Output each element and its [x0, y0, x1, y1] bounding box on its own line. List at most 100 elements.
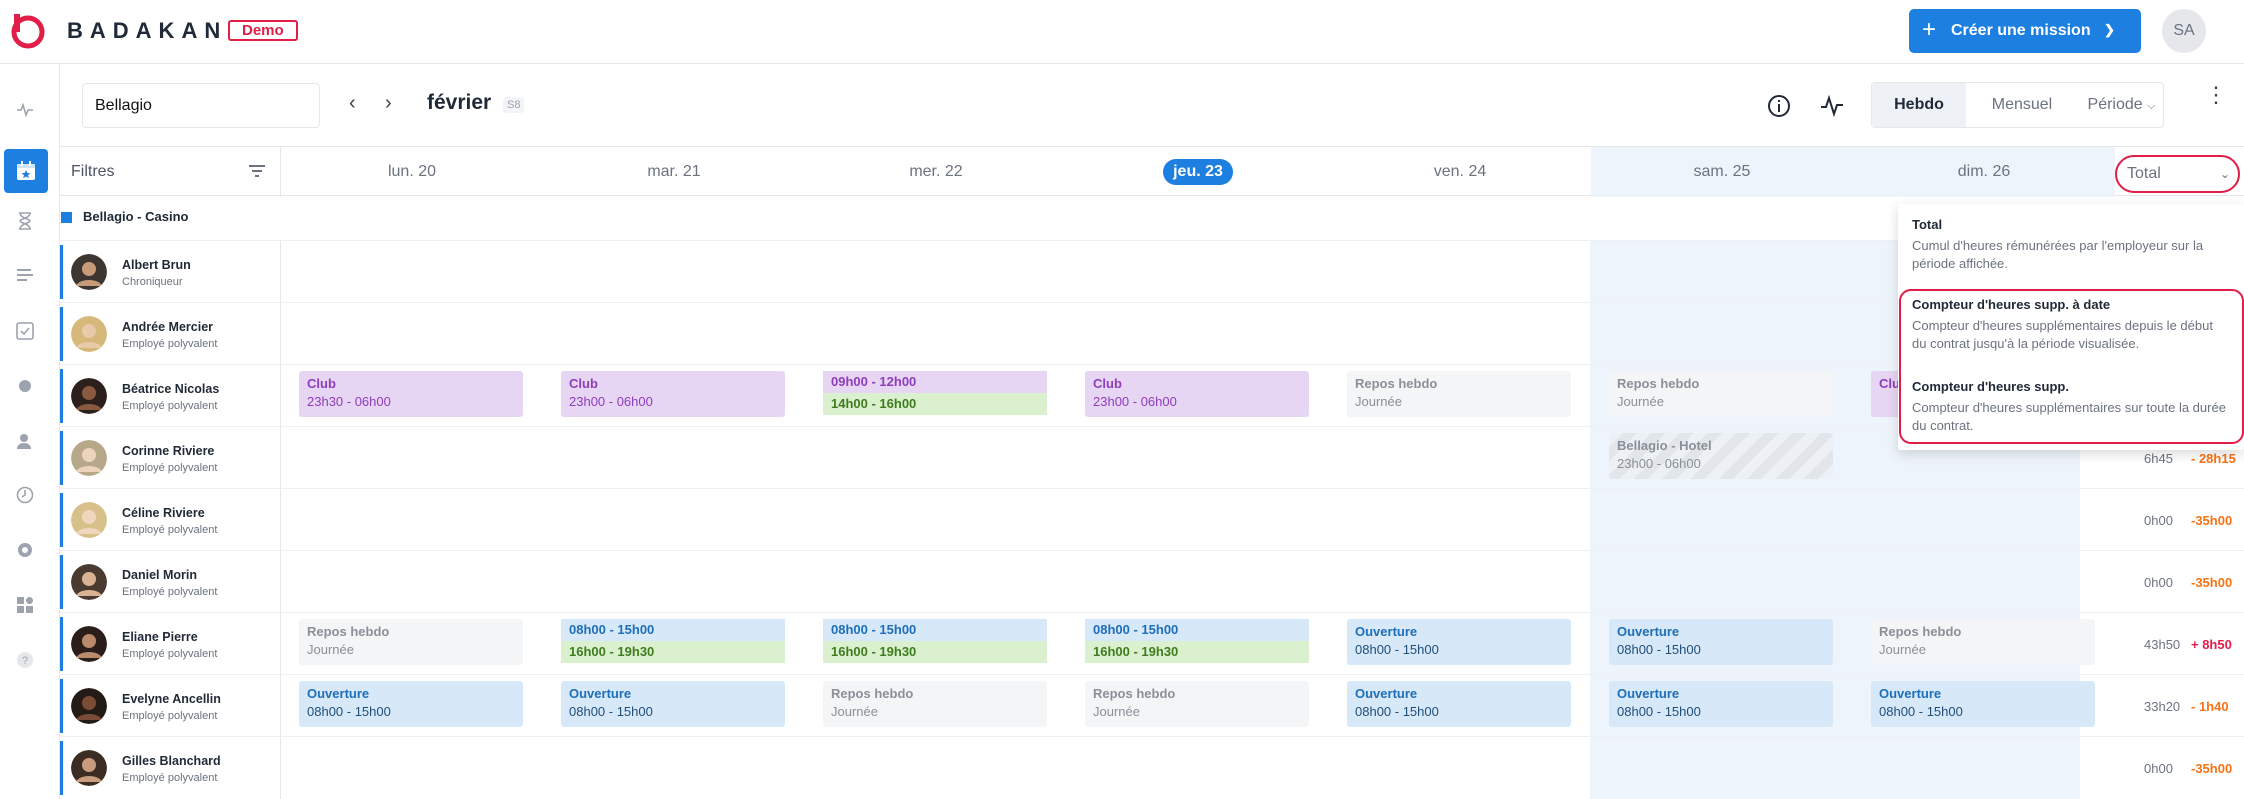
- day-header-tue: mar. 21: [647, 163, 701, 180]
- shift-card[interactable]: Club 23h30 - 06h00: [299, 371, 523, 417]
- shift-card[interactable]: Ouverture 08h00 - 15h00: [1347, 619, 1571, 665]
- row-color-bar: [60, 741, 63, 795]
- employee-cell[interactable]: Eliane Pierre Employé polyvalent: [60, 613, 281, 675]
- shift-time: 23h30 - 06h00: [307, 394, 391, 409]
- shift-card[interactable]: Ouverture 08h00 - 15h00: [1871, 681, 2095, 727]
- apps-icon[interactable]: [14, 596, 36, 618]
- shift-card[interactable]: 09h00 - 12h00 14h00 - 16h00: [823, 371, 1047, 417]
- plus-icon: +: [1922, 16, 1937, 43]
- chevron-down-icon: ⌵: [2147, 100, 2156, 112]
- create-mission-button[interactable]: + Créer une mission ❯: [1909, 9, 2141, 53]
- shift-card[interactable]: Repos hebdo Journée: [1085, 681, 1309, 727]
- shift-card[interactable]: Repos hebdo Journée: [823, 681, 1047, 727]
- shift-card[interactable]: Repos hebdo Journée: [299, 619, 523, 665]
- row-counter: -35h00: [2191, 513, 2233, 528]
- shift-time: Journée: [831, 704, 878, 719]
- checklist-icon[interactable]: [14, 322, 36, 344]
- shift-card[interactable]: Club 23h00 - 06h00: [561, 371, 785, 417]
- employee-avatar: [71, 254, 107, 290]
- chevron-right-icon[interactable]: ›: [385, 92, 392, 115]
- tab-mensuel[interactable]: Mensuel: [1966, 83, 2078, 127]
- list-icon[interactable]: [14, 267, 36, 289]
- chevron-left-icon[interactable]: ‹: [349, 92, 356, 115]
- employee-avatar: [71, 316, 107, 352]
- activity-icon[interactable]: [1819, 93, 1845, 119]
- grid-header: Filtres lun. 20 mar. 21 mer. 22 jeu. 23 …: [60, 146, 2244, 197]
- employee-cell[interactable]: Daniel Morin Employé polyvalent: [60, 551, 281, 613]
- filter-icon[interactable]: [249, 163, 265, 179]
- table-row: Gilles Blanchard Employé polyvalent 0h00…: [60, 736, 2244, 799]
- shift-card[interactable]: 08h00 - 15h00 16h00 - 19h30: [561, 619, 785, 665]
- employee-avatar: [71, 688, 107, 724]
- top-bar: BADAKAN Demo + Créer une mission ❯ SA: [0, 0, 2244, 64]
- employee-avatar: [71, 564, 107, 600]
- option-title: Total: [1912, 217, 1943, 232]
- shift-card[interactable]: Repos hebdo Journée: [1609, 371, 1833, 417]
- employee-name: Albert Brun: [122, 258, 191, 272]
- employee-role: Chroniqueur: [122, 276, 183, 288]
- row-color-bar: [60, 431, 63, 485]
- tab-periode-label: Période: [2087, 96, 2143, 113]
- employee-role: Employé polyvalent: [122, 400, 218, 412]
- shift-title: Ouverture: [569, 686, 632, 701]
- shift-card[interactable]: Club 23h00 - 06h00: [1085, 371, 1309, 417]
- week-badge: S8: [503, 97, 525, 113]
- day-header-mon: lun. 20: [387, 163, 437, 180]
- shift-card[interactable]: Repos hebdo Journée: [1871, 619, 2095, 665]
- row-color-bar: [60, 555, 63, 609]
- shift-card[interactable]: Ouverture 08h00 - 15h00: [299, 681, 523, 727]
- shift-time: Journée: [1617, 394, 1664, 409]
- employee-cell[interactable]: Albert Brun Chroniqueur: [60, 241, 281, 303]
- shift-time: 08h00 - 15h00: [1617, 704, 1701, 719]
- employee-avatar: [71, 440, 107, 476]
- row-color-bar: [60, 307, 63, 361]
- more-options-icon[interactable]: ⋮: [2205, 84, 2227, 106]
- location-select[interactable]: [82, 83, 320, 128]
- shift-card[interactable]: Ouverture 08h00 - 15h00: [1609, 681, 1833, 727]
- activity-icon[interactable]: [14, 101, 36, 123]
- shift-time: 09h00 - 12h00: [823, 371, 1047, 393]
- shift-card[interactable]: Ouverture 08h00 - 15h00: [1347, 681, 1571, 727]
- employee-cell[interactable]: Corinne Riviere Employé polyvalent: [60, 427, 281, 489]
- calendar-icon[interactable]: [4, 149, 48, 193]
- employee-cell[interactable]: Gilles Blanchard Employé polyvalent: [60, 737, 281, 799]
- shift-title: Bellagio - Hotel: [1617, 438, 1712, 453]
- brand-name: BADAKAN: [67, 18, 228, 43]
- group-color-marker: [61, 212, 72, 223]
- tab-periode[interactable]: Période ⌵: [2078, 83, 2165, 127]
- shift-card[interactable]: 08h00 - 15h00 16h00 - 19h30: [1085, 619, 1309, 665]
- employee-cell[interactable]: Andrée Mercier Employé polyvalent: [60, 303, 281, 365]
- shift-title: Repos hebdo: [1617, 376, 1700, 391]
- user-avatar[interactable]: SA: [2162, 9, 2206, 53]
- shift-time: 08h00 - 15h00: [1617, 642, 1701, 657]
- employee-cell[interactable]: Céline Riviere Employé polyvalent: [60, 489, 281, 551]
- filters-cell[interactable]: Filtres: [60, 147, 281, 197]
- badakan-logo[interactable]: [10, 13, 46, 49]
- employee-cell[interactable]: Béatrice Nicolas Employé polyvalent: [60, 365, 281, 427]
- highlight-outline: [1899, 289, 2244, 444]
- user-icon[interactable]: [14, 432, 36, 454]
- employee-cell[interactable]: Evelyne Ancellin Employé polyvalent: [60, 675, 281, 737]
- shift-card[interactable]: Bellagio - Hotel 23h00 - 06h00: [1609, 433, 1833, 479]
- shift-card[interactable]: 08h00 - 15h00 16h00 - 19h30: [823, 619, 1047, 665]
- clock-icon[interactable]: [14, 486, 36, 508]
- chevron-down-icon[interactable]: ❯: [2104, 22, 2115, 38]
- help-icon[interactable]: ?: [14, 651, 36, 673]
- dot-icon[interactable]: [14, 377, 36, 399]
- shift-card[interactable]: Ouverture 08h00 - 15h00: [1609, 619, 1833, 665]
- info-icon[interactable]: [1766, 93, 1792, 119]
- table-row: Eliane Pierre Employé polyvalent Repos h…: [60, 612, 2244, 675]
- shift-card[interactable]: Ouverture 08h00 - 15h00: [561, 681, 785, 727]
- employee-role: Employé polyvalent: [122, 710, 218, 722]
- hourglass-icon[interactable]: [14, 212, 36, 234]
- shift-time: Journée: [1879, 642, 1926, 657]
- employee-avatar: [71, 750, 107, 786]
- settings-icon[interactable]: [14, 541, 36, 563]
- employee-name: Evelyne Ancellin: [122, 692, 221, 706]
- dropdown-option-total[interactable]: Total Cumul d'heures rémunérées par l'em…: [1898, 216, 2244, 273]
- total-select[interactable]: Total ⌄: [2115, 155, 2240, 193]
- shift-card[interactable]: Repos hebdo Journée: [1347, 371, 1571, 417]
- shift-time: 08h00 - 15h00: [1355, 642, 1439, 657]
- month-title: février: [427, 91, 492, 114]
- tab-hebdo[interactable]: Hebdo: [1872, 83, 1966, 127]
